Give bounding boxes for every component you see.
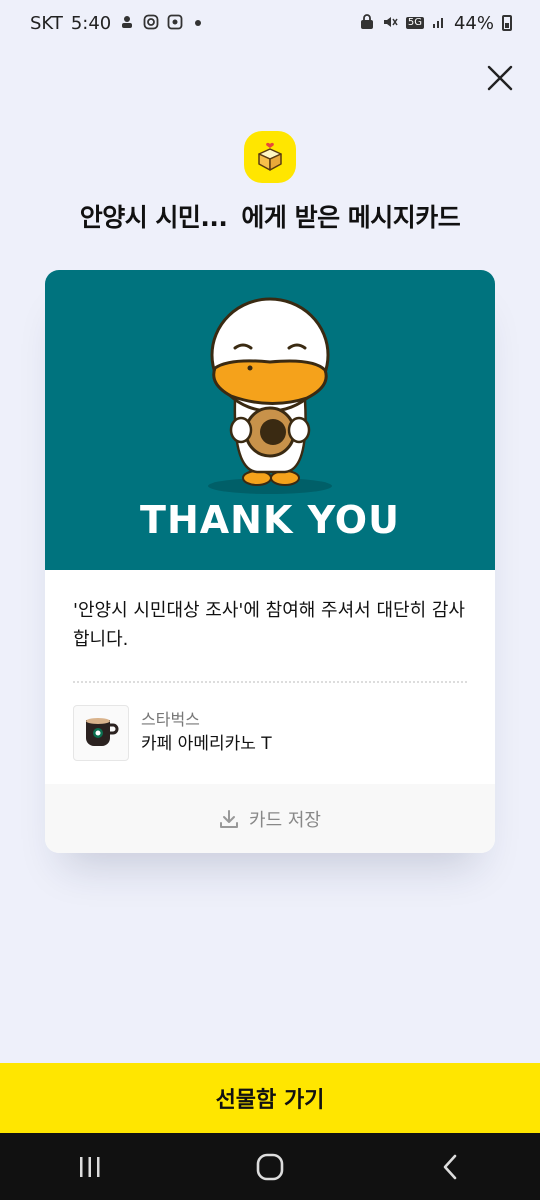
recent-apps-button[interactable]: [60, 1142, 120, 1192]
download-icon: [220, 809, 239, 828]
mute-icon: [382, 14, 398, 33]
lock-icon: [360, 13, 374, 33]
product-info: 스타벅스 카페 아메리카노 T: [141, 709, 272, 757]
go-to-giftbox-label: 선물함 가기: [215, 1088, 325, 1113]
title-suffix: 에게 받은 메시지카드: [241, 203, 461, 232]
close-icon: [487, 65, 513, 91]
page-title: 안양시 시민... 에게 받은 메시지카드: [0, 198, 540, 234]
battery-icon: [502, 15, 512, 31]
close-button[interactable]: [480, 58, 520, 98]
carrier-label: SKT: [30, 12, 63, 34]
home-button[interactable]: [240, 1142, 300, 1192]
gift-box-logo: [244, 131, 296, 183]
battery-percent: 44%: [453, 12, 494, 34]
card-hero-image: THANK YOU: [45, 270, 495, 570]
system-navigation-bar: [0, 1133, 540, 1200]
duck-character-illustration: [208, 297, 332, 494]
go-to-giftbox-button[interactable]: 선물함 가기: [0, 1063, 540, 1133]
gift-product[interactable]: 스타벅스 카페 아메리카노 T: [73, 704, 467, 762]
signal-icon: [432, 15, 446, 32]
notification-icon: [119, 14, 135, 33]
network-badge: 5G: [405, 17, 424, 29]
status-left: SKT 5:40: [30, 12, 202, 34]
instagram-icon: [143, 14, 159, 33]
hero-thank-you-text: THANK YOU: [140, 498, 400, 542]
coffee-cup-icon: [86, 718, 119, 746]
save-card-label: 카드 저장: [249, 809, 321, 831]
recent-apps-icon: [80, 1156, 100, 1177]
divider: [73, 681, 467, 683]
status-bar: SKT 5:40 5G 44%: [0, 0, 540, 46]
gift-box-icon: [258, 142, 282, 171]
status-right: 5G 44%: [360, 13, 512, 34]
clock: 5:40: [70, 12, 112, 34]
product-brand: 스타벅스: [141, 710, 200, 729]
product-thumbnail: [73, 705, 129, 761]
sender-name: 안양시 시민...: [79, 203, 228, 232]
save-card-button[interactable]: 카드 저장: [45, 784, 495, 853]
app-notification-icon: [167, 14, 183, 33]
back-icon: [443, 1154, 457, 1179]
product-name: 카페 아메리카노 T: [141, 734, 272, 754]
card-message: '안양시 시민대상 조사'에 참여해 주셔서 대단히 감사합니다.: [73, 600, 465, 650]
back-button[interactable]: [420, 1142, 480, 1192]
home-icon: [256, 1153, 284, 1180]
message-card: THANK YOU '안양시 시민대상 조사'에 참여해 주셔서 대단히 감사합…: [45, 270, 495, 853]
more-notifications-dot: [195, 20, 202, 26]
